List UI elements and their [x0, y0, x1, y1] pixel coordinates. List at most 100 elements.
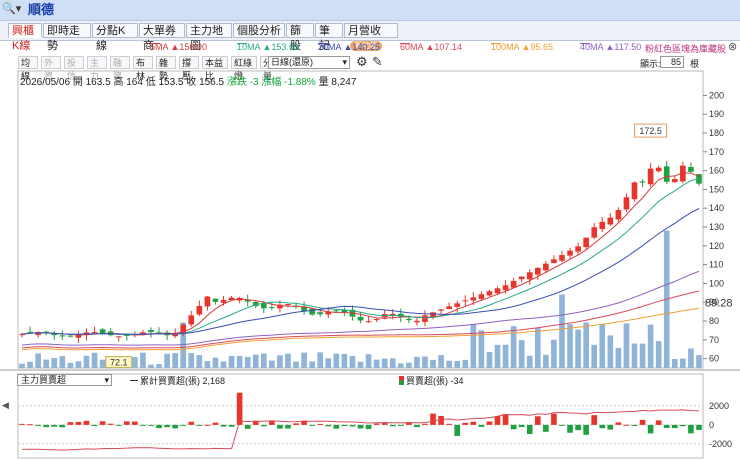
candle-body: [559, 255, 565, 261]
candle-body: [470, 297, 477, 301]
candle-body: [204, 296, 211, 307]
volume-bar: [301, 352, 307, 368]
indicator-bar: [583, 424, 589, 435]
indicator-bar: [212, 422, 219, 425]
volume-bar: [373, 359, 380, 368]
volume-bar: [309, 361, 315, 368]
volume-bar: [333, 353, 340, 368]
candle-body: [688, 166, 694, 172]
candle-body: [422, 315, 428, 322]
candle-body: [567, 250, 573, 256]
indicator-bar: [59, 424, 66, 428]
indicator-bar: [123, 421, 130, 425]
price-tick-label: 160: [709, 166, 724, 176]
volume-bar: [260, 353, 267, 368]
indicator-bar: [236, 392, 243, 425]
candle-body: [551, 259, 557, 264]
volume-bar: [639, 343, 646, 368]
indicator-line-legend: 累計買賣超(張) 2,168: [130, 374, 225, 387]
volume-bar: [486, 352, 493, 368]
indicator-tick-label: -2000: [709, 439, 732, 449]
volume-bar: [357, 361, 364, 368]
candle-body: [518, 276, 525, 280]
indicator-bar: [575, 424, 581, 431]
price-chart[interactable]: 6070809010011012013014015016017018019020…: [0, 0, 740, 461]
price-tick-label: 130: [709, 222, 724, 232]
indicator-bar: [430, 413, 436, 425]
volume-bar: [43, 359, 50, 368]
indicator-bar: [655, 420, 662, 425]
candle-body: [647, 168, 654, 185]
candle-body: [615, 209, 622, 220]
volume-bar: [83, 355, 90, 368]
candle-body: [591, 227, 598, 238]
candle-body: [414, 320, 420, 323]
indicator-bar: [293, 423, 299, 425]
indicator-bar: [446, 423, 452, 425]
collapse-left-icon[interactable]: ◀: [2, 400, 9, 411]
indicator-bar: [454, 424, 461, 436]
volume-bar: [655, 341, 662, 368]
volume-bar: [478, 330, 485, 368]
indicator-bar: [107, 423, 114, 425]
volume-bar: [341, 353, 348, 368]
line-swatch: [130, 380, 138, 381]
volume-bar: [567, 324, 573, 368]
price-tick-label: 170: [709, 147, 724, 157]
candle-body: [494, 288, 501, 294]
volume-bar: [647, 324, 654, 368]
indicator-bar: [607, 424, 614, 430]
indicator-bar: [132, 421, 138, 425]
candle-body: [454, 303, 461, 307]
volume-bar: [132, 357, 138, 368]
indicator-bar: [27, 424, 33, 426]
candle-body: [333, 310, 340, 312]
price-tick-label: 60: [709, 354, 719, 364]
candle-body: [599, 221, 606, 230]
indicator-select[interactable]: 主力買賣超 ▾: [17, 374, 112, 386]
indicator-bar: [341, 424, 348, 427]
volume-bar: [414, 356, 420, 368]
candle-body: [534, 267, 541, 275]
volume-bar: [623, 323, 630, 368]
indicator-bar: [67, 422, 74, 425]
indicator-bar: [35, 424, 41, 426]
indicator-bar: [478, 424, 485, 427]
volume-bar: [406, 362, 412, 368]
indicator-bar: [51, 424, 58, 427]
volume-bar: [680, 358, 686, 368]
volume-bar: [365, 354, 372, 368]
volume-bar: [220, 361, 227, 368]
price-plot-frame: [17, 70, 704, 369]
candle-body: [285, 303, 291, 306]
candle-body: [502, 285, 509, 291]
volume-bar: [51, 358, 58, 368]
candle-body: [543, 263, 549, 271]
indicator-bar: [591, 415, 598, 425]
volume-bar: [75, 361, 82, 368]
indicator-bar: [285, 424, 291, 429]
indicator-bar: [502, 414, 509, 425]
indicator-bar: [494, 416, 501, 425]
indicator-bar: [381, 422, 388, 425]
volume-bar: [59, 356, 66, 368]
volume-bar: [502, 344, 509, 368]
candle-body: [365, 321, 372, 323]
volume-bar: [591, 344, 598, 368]
min-price-label: 72.1: [110, 358, 128, 368]
indicator-bar: [244, 424, 251, 429]
candle-body: [220, 299, 227, 303]
indicator-bar: [180, 424, 187, 426]
price-tick-label: 190: [709, 109, 724, 119]
volume-bar: [236, 355, 243, 368]
indicator-bar: [309, 424, 315, 426]
volume-bar: [389, 358, 396, 368]
volume-bar: [188, 353, 195, 368]
candle-body: [486, 291, 493, 296]
volume-bar: [19, 363, 25, 368]
volume-bar: [462, 359, 469, 368]
indicator-bar: [83, 420, 90, 425]
indicator-bar: [140, 424, 146, 426]
candle-body: [91, 331, 98, 333]
volume-bar: [575, 329, 581, 368]
